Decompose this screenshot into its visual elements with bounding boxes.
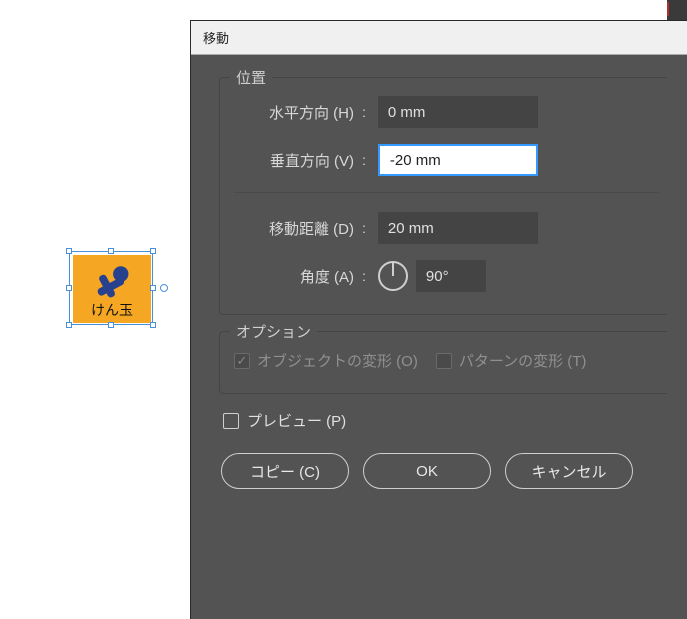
colon: : <box>362 104 366 120</box>
preview-checkbox[interactable] <box>223 413 239 429</box>
selected-artwork[interactable]: けん玉 <box>73 255 151 323</box>
app-topbar-fragment <box>667 0 687 20</box>
horizontal-input[interactable] <box>378 96 538 128</box>
distance-input[interactable] <box>378 212 538 244</box>
selection-bounds[interactable]: けん玉 <box>69 251 153 325</box>
resize-handle[interactable] <box>108 322 114 328</box>
resize-handle[interactable] <box>66 285 72 291</box>
horizontal-label: 水平方向 (H) <box>234 102 354 123</box>
position-group: 位置 水平方向 (H) : 垂直方向 (V) : 移動距離 (D) : 角度 (… <box>219 77 667 315</box>
colon: : <box>362 152 366 168</box>
move-dialog: 移動 位置 水平方向 (H) : 垂直方向 (V) : 移動距離 (D) : 角… <box>190 20 687 619</box>
angle-dial-icon[interactable] <box>378 261 408 291</box>
vertical-input[interactable] <box>378 144 538 176</box>
dialog-title[interactable]: 移動 <box>191 21 687 55</box>
ok-button[interactable]: OK <box>363 453 491 489</box>
cancel-button[interactable]: キャンセル <box>505 453 633 489</box>
resize-handle[interactable] <box>108 248 114 254</box>
copy-button[interactable]: コピー (C) <box>221 453 349 489</box>
angle-label: 角度 (A) <box>234 266 354 287</box>
artwork-label: けん玉 <box>73 300 151 320</box>
vertical-label: 垂直方向 (V) <box>234 150 354 171</box>
resize-handle[interactable] <box>150 248 156 254</box>
resize-handle[interactable] <box>150 285 156 291</box>
angle-input[interactable] <box>416 260 486 292</box>
canvas-area[interactable]: けん玉 <box>0 0 190 619</box>
colon: : <box>362 220 366 236</box>
resize-handle[interactable] <box>66 248 72 254</box>
transform-objects-label: オブジェクトの変形 (O) <box>257 350 418 371</box>
transform-patterns-label: パターンの変形 (T) <box>459 350 587 371</box>
position-legend: 位置 <box>230 67 272 88</box>
transform-objects-checkbox: オブジェクトの変形 (O) <box>234 350 418 371</box>
colon: : <box>362 268 366 284</box>
checkbox-icon <box>234 353 250 369</box>
resize-handle[interactable] <box>150 322 156 328</box>
preview-label: プレビュー (P) <box>247 410 346 431</box>
options-group: オプション オブジェクトの変形 (O) パターンの変形 (T) <box>219 331 667 394</box>
options-legend: オプション <box>230 321 317 342</box>
rotation-anchor[interactable] <box>160 284 168 292</box>
distance-label: 移動距離 (D) <box>234 218 354 239</box>
transform-patterns-checkbox: パターンの変形 (T) <box>436 350 587 371</box>
resize-handle[interactable] <box>66 322 72 328</box>
checkbox-icon <box>436 353 452 369</box>
